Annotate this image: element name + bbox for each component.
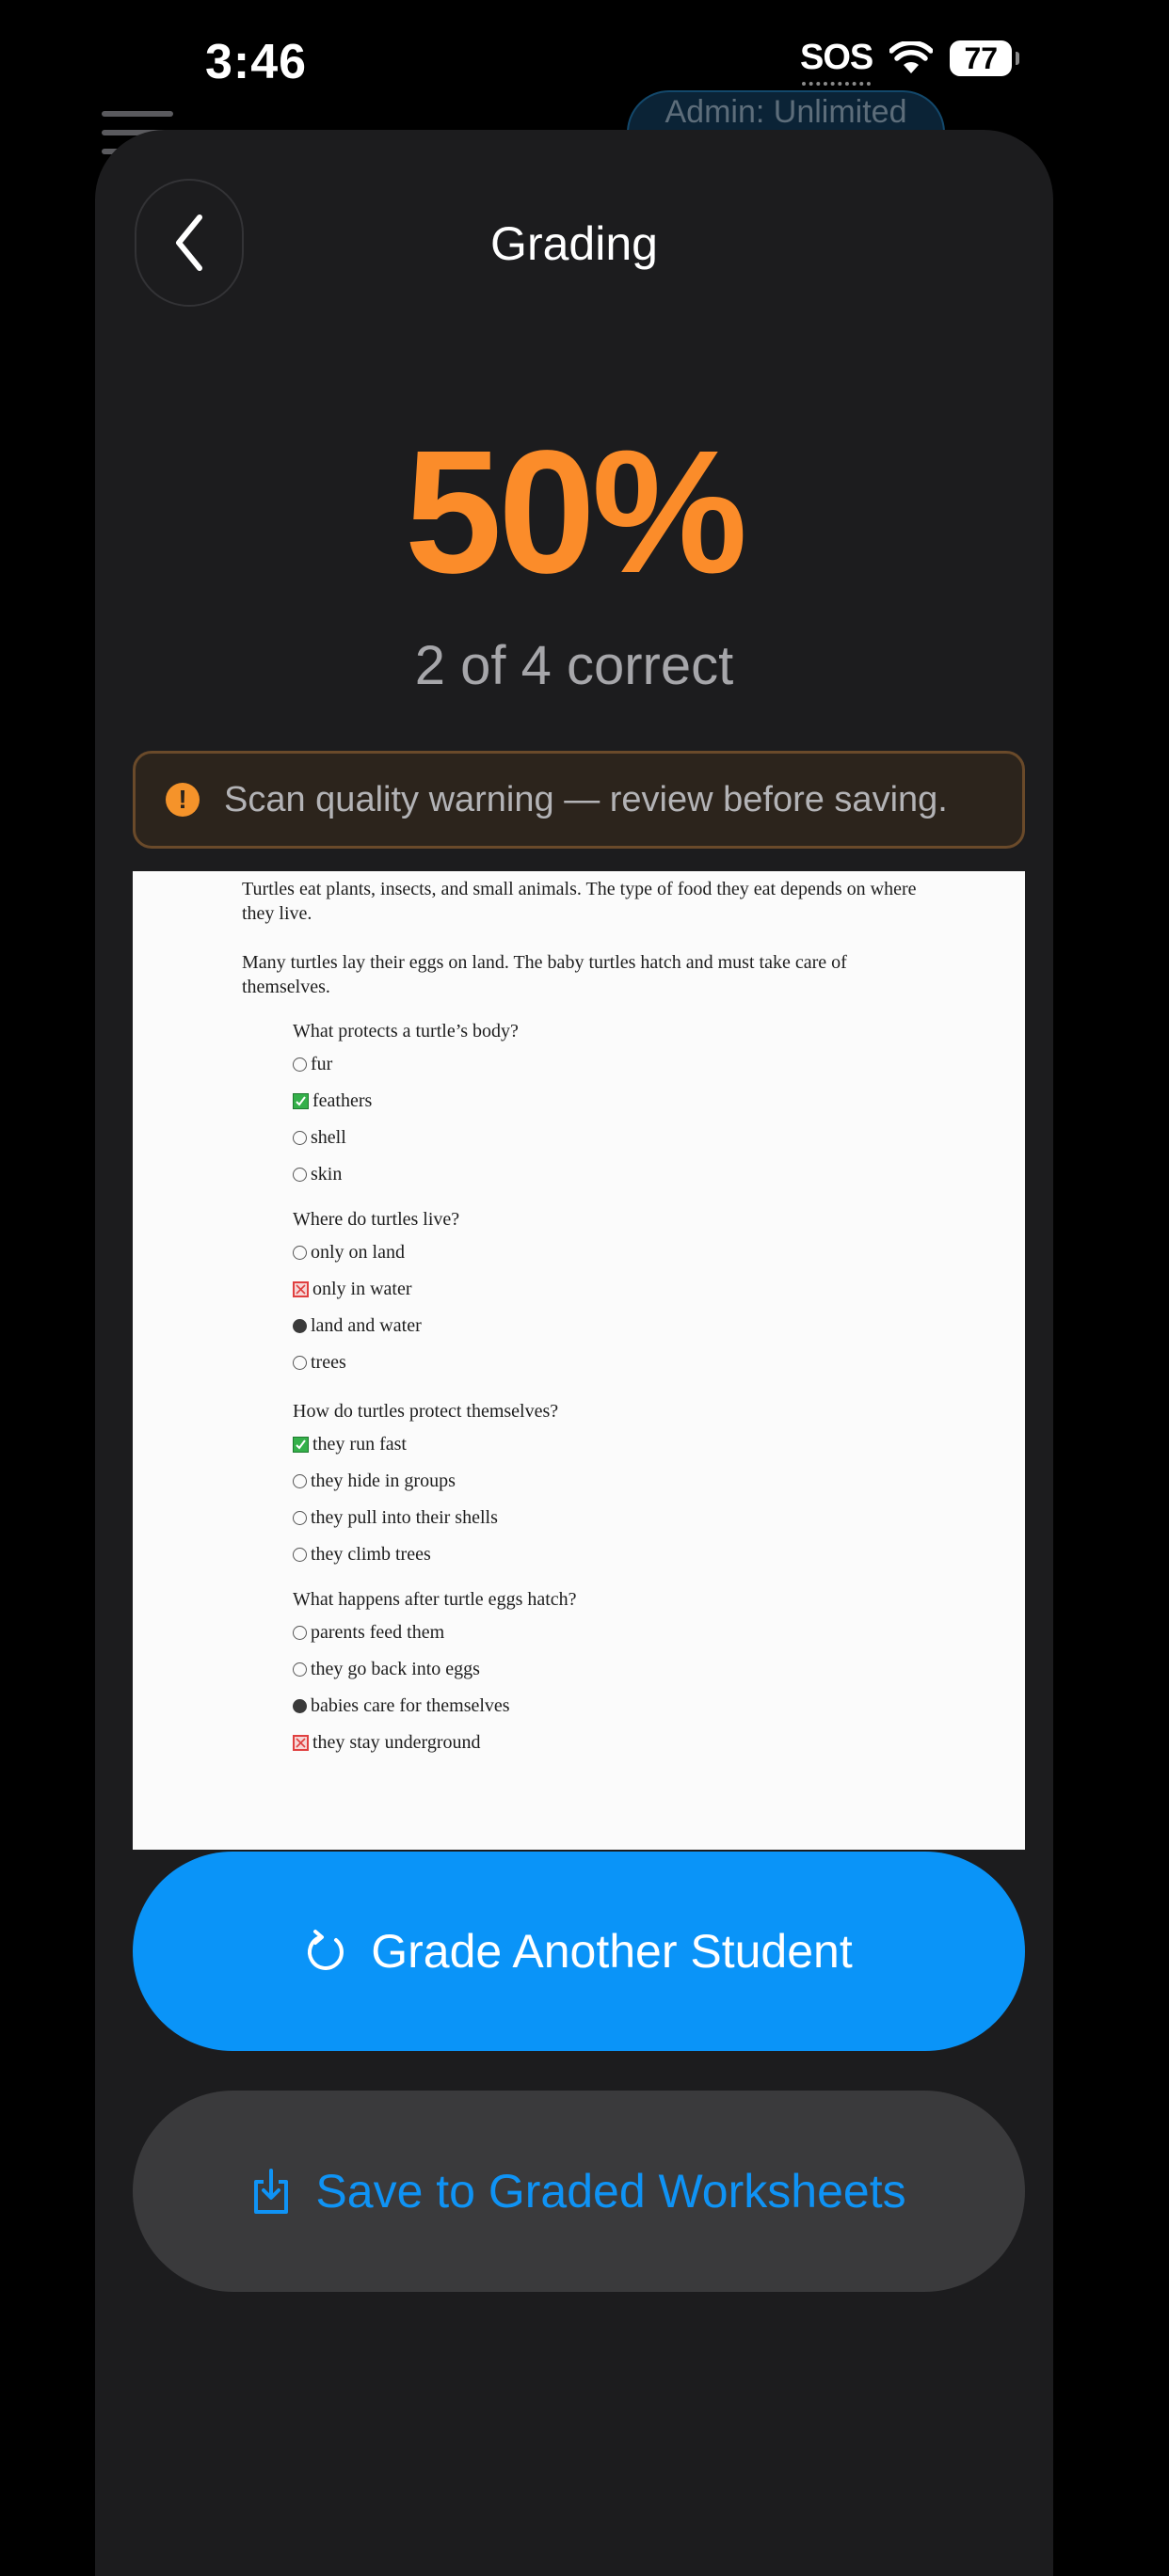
- answer-option: only in water: [293, 1271, 459, 1308]
- radio-icon: [293, 1057, 307, 1072]
- score-detail: 2 of 4 correct: [414, 635, 734, 696]
- question-text: Where do turtles live?: [293, 1209, 460, 1230]
- worksheet-intro-paragraph: Many turtles lay their eggs on land. The…: [242, 952, 847, 997]
- radio-icon: [293, 1168, 307, 1182]
- battery-indicator: 77: [950, 40, 1020, 76]
- worksheet-question: What happens after turtle eggs hatch? pa…: [293, 1588, 577, 1761]
- page-title: Grading: [490, 217, 658, 270]
- worksheet-scan-image: Turtles eat plants, insects, and small a…: [133, 871, 1025, 1850]
- grade-another-student-label: Grade Another Student: [371, 1925, 853, 1978]
- radio-icon: [293, 1356, 307, 1370]
- status-bar: 3:46 SOS 77: [0, 0, 1169, 132]
- question-text: What happens after turtle eggs hatch?: [293, 1589, 577, 1610]
- checkmark-icon: [293, 1093, 309, 1109]
- worksheet-intro-paragraph: Turtles eat plants, insects, and small a…: [242, 879, 917, 924]
- radio-icon: [293, 1474, 307, 1488]
- warning-icon: !: [166, 783, 200, 817]
- download-tray-icon: [254, 2169, 289, 2214]
- answer-option: trees: [293, 1344, 459, 1381]
- checkmark-icon: [293, 1437, 309, 1453]
- wifi-icon: [889, 40, 934, 75]
- question-text: What protects a turtle’s body?: [293, 1021, 519, 1042]
- answer-option: they hide in groups: [293, 1463, 558, 1500]
- status-time: 3:46: [205, 35, 308, 89]
- answer-option: they stay underground: [293, 1725, 577, 1761]
- warning-text: Scan quality warning — review before sav…: [224, 779, 948, 819]
- answer-option: they climb trees: [293, 1536, 558, 1573]
- radio-icon: [293, 1511, 307, 1525]
- radio-icon: [293, 1548, 307, 1562]
- question-text: How do turtles protect themselves?: [293, 1401, 559, 1422]
- filled-bubble-icon: [293, 1699, 307, 1713]
- scan-quality-warning: ! Scan quality warning — review before s…: [133, 751, 1025, 849]
- cross-mark-icon: [293, 1281, 309, 1297]
- worksheet-question: What protects a turtle’s body? fur feath…: [293, 1020, 519, 1193]
- answer-option: shell: [293, 1120, 519, 1156]
- sos-indicator: SOS: [800, 38, 873, 86]
- answer-option: skin: [293, 1156, 519, 1193]
- grading-sheet: Grading 50% 2 of 4 correct ! Scan qualit…: [95, 130, 1053, 2576]
- worksheet-question: Where do turtles live? only on land only…: [293, 1208, 459, 1381]
- answer-option: fur: [293, 1046, 519, 1083]
- status-indicators: SOS 77: [800, 38, 1020, 86]
- refresh-icon: [308, 1930, 344, 1970]
- answer-option: parents feed them: [293, 1614, 577, 1651]
- save-to-graded-worksheets-label: Save to Graded Worksheets: [315, 2165, 906, 2218]
- cross-mark-icon: [293, 1735, 309, 1751]
- radio-icon: [293, 1662, 307, 1677]
- answer-option: babies care for themselves: [293, 1688, 577, 1725]
- answer-option: only on land: [293, 1234, 459, 1271]
- answer-option: they go back into eggs: [293, 1651, 577, 1688]
- answer-option: land and water: [293, 1308, 459, 1344]
- grade-another-student-button[interactable]: Grade Another Student: [133, 1852, 1025, 2051]
- radio-icon: [293, 1626, 307, 1640]
- filled-bubble-icon: [293, 1319, 307, 1333]
- score-percent: 50%: [404, 415, 747, 610]
- save-to-graded-worksheets-button[interactable]: Save to Graded Worksheets: [133, 2091, 1025, 2292]
- answer-option: feathers: [293, 1083, 519, 1120]
- radio-icon: [293, 1131, 307, 1145]
- answer-option: they pull into their shells: [293, 1500, 558, 1536]
- radio-icon: [293, 1246, 307, 1260]
- worksheet-question: How do turtles protect themselves? they …: [293, 1400, 558, 1573]
- answer-option: they run fast: [293, 1426, 558, 1463]
